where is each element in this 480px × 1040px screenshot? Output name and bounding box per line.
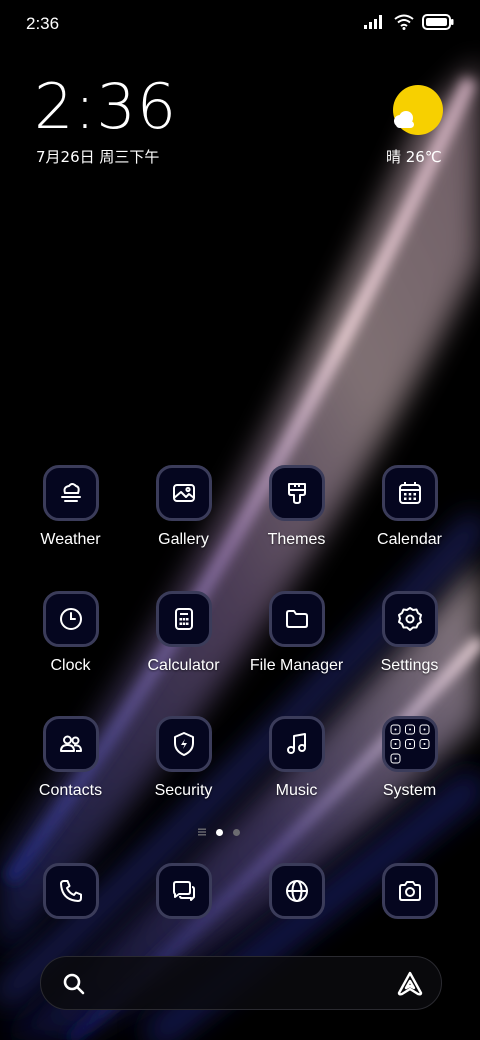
- clock-widget-date: 7月26日 周三下午: [36, 148, 160, 166]
- app-folder-system[interactable]: System: [353, 716, 466, 800]
- browser-icon: [285, 880, 308, 902]
- app-tile[interactable]: [268, 716, 325, 772]
- app-tile[interactable]: [155, 716, 212, 772]
- wifi-icon: [394, 14, 414, 30]
- app-label: Contacts: [38, 782, 103, 799]
- status-bar: 2:36: [0, 0, 480, 50]
- app-tile[interactable]: [42, 863, 99, 919]
- app-tile[interactable]: [381, 716, 438, 772]
- app-tile[interactable]: [155, 863, 212, 919]
- weather-text: 晴 26℃: [386, 148, 442, 166]
- app-tile[interactable]: [381, 863, 438, 919]
- app-label: Weather: [40, 531, 101, 548]
- app-label: Security: [154, 782, 213, 799]
- app-tile[interactable]: [381, 465, 438, 521]
- list-view-icon[interactable]: [198, 828, 206, 836]
- folder-icon: [285, 610, 308, 628]
- assistant-icon[interactable]: [395, 969, 425, 999]
- gear-icon: [397, 607, 422, 631]
- status-icons: [364, 14, 454, 30]
- music-icon: [286, 733, 306, 754]
- app-label: Settings: [380, 657, 439, 674]
- app-tile[interactable]: [268, 591, 325, 647]
- app-settings[interactable]: Settings: [353, 591, 466, 675]
- app-gallery[interactable]: Gallery: [127, 465, 240, 549]
- search-bar[interactable]: [40, 956, 442, 1010]
- dock-camera[interactable]: [353, 863, 466, 919]
- app-tile[interactable]: [155, 465, 212, 521]
- folder-grid-icon: [390, 724, 429, 764]
- camera-icon: [398, 881, 421, 901]
- battery-icon: [422, 14, 454, 30]
- weather-icon: [60, 483, 81, 502]
- app-tile[interactable]: [42, 716, 99, 772]
- page-dot-2[interactable]: [233, 828, 240, 836]
- page-dot-1[interactable]: [216, 828, 223, 836]
- app-calculator[interactable]: Calculator: [127, 591, 240, 675]
- app-label: Calculator: [147, 657, 220, 674]
- app-themes[interactable]: Themes: [240, 465, 353, 549]
- dock-phone[interactable]: [14, 863, 127, 919]
- app-weather[interactable]: Weather: [14, 465, 127, 549]
- app-label: File Manager: [249, 657, 344, 674]
- app-security[interactable]: Security: [127, 716, 240, 800]
- calendar-icon: [398, 482, 421, 504]
- phone-icon: [59, 880, 82, 902]
- page-indicator[interactable]: [198, 828, 240, 836]
- app-label: Music: [275, 782, 318, 799]
- sunny-cloud-icon[interactable]: [392, 84, 444, 136]
- clock-widget-time[interactable]: 2:36: [34, 76, 177, 138]
- app-label: Gallery: [158, 531, 209, 548]
- status-time: 2:36: [26, 14, 60, 33]
- app-tile[interactable]: [155, 591, 212, 647]
- app-tile[interactable]: [268, 863, 325, 919]
- app-music[interactable]: Music: [240, 716, 353, 800]
- app-tile[interactable]: [381, 591, 438, 647]
- contacts-icon: [59, 735, 82, 752]
- search-icon[interactable]: [61, 971, 87, 997]
- app-calendar[interactable]: Calendar: [353, 465, 466, 549]
- app-tile[interactable]: [42, 465, 99, 521]
- signal-icon: [364, 15, 382, 29]
- app-label: Calendar: [377, 531, 442, 548]
- app-tile[interactable]: [42, 591, 99, 647]
- dock-browser[interactable]: [240, 863, 353, 919]
- calculator-icon: [174, 608, 193, 630]
- themes-icon: [287, 483, 306, 504]
- clock-icon: [59, 608, 82, 630]
- dock-messages[interactable]: [127, 863, 240, 919]
- app-clock[interactable]: Clock: [14, 591, 127, 675]
- app-label: Clock: [50, 657, 91, 674]
- messages-icon: [172, 881, 195, 901]
- app-label: System: [382, 782, 437, 799]
- app-contacts[interactable]: Contacts: [14, 716, 127, 800]
- app-tile[interactable]: [268, 465, 325, 521]
- gallery-icon: [172, 484, 195, 502]
- shield-icon: [173, 732, 194, 756]
- app-file-manager[interactable]: File Manager: [240, 591, 353, 675]
- app-label: Themes: [267, 531, 326, 548]
